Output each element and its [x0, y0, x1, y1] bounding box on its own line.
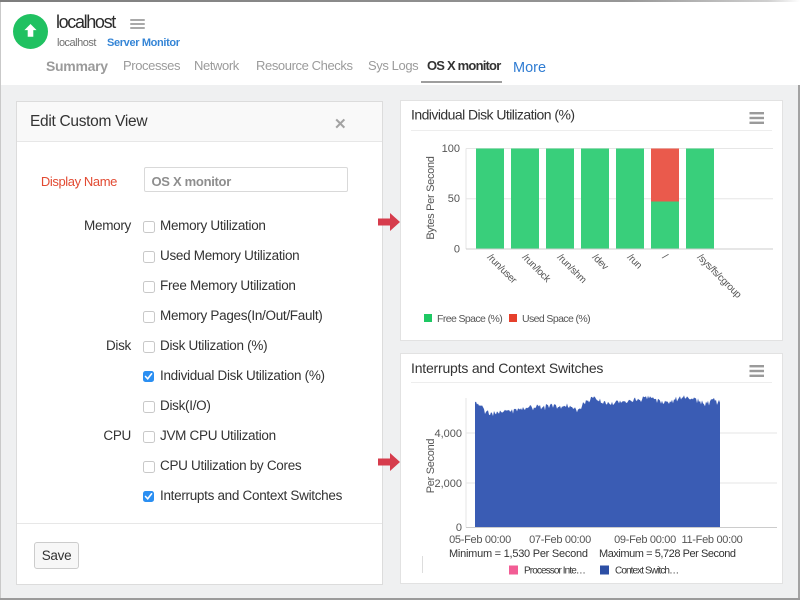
svg-text:Bytes Per Second: Bytes Per Second	[425, 156, 437, 239]
svg-text:07-Feb 00:00: 07-Feb 00:00	[529, 534, 591, 546]
svg-text:0: 0	[456, 522, 462, 534]
svg-text:11-Feb 00:00: 11-Feb 00:00	[681, 534, 742, 546]
svg-text:50: 50	[448, 193, 460, 205]
svg-text:100: 100	[442, 143, 460, 155]
svg-text:09-Feb 00:00: 09-Feb 00:00	[614, 534, 676, 546]
svg-text:Interrupts and Context Switche: Interrupts and Context Switches	[411, 360, 603, 376]
svg-text:0: 0	[454, 244, 460, 256]
svg-text:05-Feb 00:00: 05-Feb 00:00	[449, 534, 511, 546]
svg-text:Individual Disk Utilization (%: Individual Disk Utilization (%)	[411, 107, 574, 123]
svg-text:4,000: 4,000	[434, 428, 462, 440]
svg-text:Free Space (%): Free Space (%)	[437, 313, 502, 325]
svg-text:Minimum = 1,530 Per Second: Minimum = 1,530 Per Second	[449, 548, 588, 560]
svg-text:Maximum = 5,728 Per Second: Maximum = 5,728 Per Second	[599, 548, 736, 560]
svg-text:Processor Inte…: Processor Inte…	[524, 566, 585, 577]
svg-text:2,000: 2,000	[434, 478, 462, 490]
svg-text:Context Switch…: Context Switch…	[615, 566, 678, 577]
svg-text:Used Space (%): Used Space (%)	[522, 313, 590, 325]
